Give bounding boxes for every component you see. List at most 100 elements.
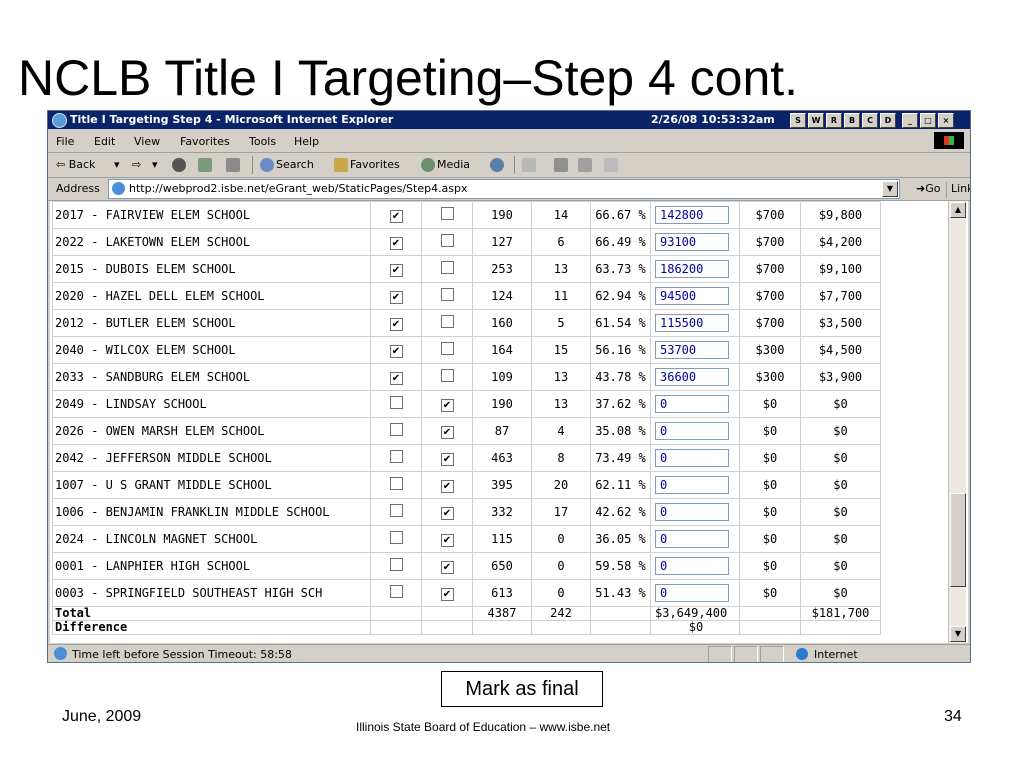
refresh-icon[interactable] — [198, 158, 214, 172]
maximize-button[interactable]: □ — [920, 113, 936, 128]
selection-checkbox[interactable]: ✔ — [440, 398, 454, 412]
print-icon[interactable] — [554, 158, 570, 172]
amount-input[interactable]: 0 — [655, 584, 729, 602]
close-button[interactable]: × — [938, 113, 954, 128]
stop-icon[interactable] — [172, 158, 188, 172]
selection-checkbox[interactable] — [389, 396, 403, 409]
amount-cell: 142800 — [650, 201, 740, 229]
selection-checkbox[interactable] — [389, 423, 403, 436]
count-cell: 127 — [472, 228, 532, 256]
scroll-down-icon[interactable]: ▼ — [950, 626, 966, 642]
back-dropdown-icon[interactable]: ▾ — [114, 158, 120, 171]
address-dropdown-icon[interactable]: ▼ — [882, 181, 898, 197]
selection-checkbox[interactable]: ✔ — [440, 452, 454, 466]
selection-checkbox[interactable]: ✔ — [440, 533, 454, 547]
selection-checkbox[interactable] — [389, 531, 403, 544]
selection-checkbox[interactable] — [389, 504, 403, 517]
selection-checkbox[interactable]: ✔ — [440, 425, 454, 439]
links-button[interactable]: Links» — [946, 182, 970, 198]
selection-checkbox[interactable]: ✔ — [389, 371, 403, 385]
amount-input[interactable]: 0 — [655, 503, 729, 521]
selection-checkbox[interactable]: ✔ — [440, 506, 454, 520]
amount-input[interactable]: 0 — [655, 422, 729, 440]
minimize-button[interactable]: _ — [902, 113, 918, 128]
mark-as-final-button[interactable]: Mark as final — [441, 671, 603, 707]
title-letter-b[interactable]: B — [844, 113, 860, 128]
title-letter-r[interactable]: R — [826, 113, 842, 128]
selection-checkbox[interactable] — [389, 450, 403, 463]
forward-dropdown-icon[interactable]: ▾ — [152, 158, 158, 171]
difference-label: Difference — [52, 620, 371, 635]
rate-cell: $700 — [739, 282, 801, 310]
menu-file[interactable]: File — [56, 135, 74, 148]
history-icon[interactable] — [490, 158, 506, 172]
address-url[interactable]: http://webprod2.isbe.net/eGrant_web/Stat… — [129, 182, 468, 195]
selection-checkbox[interactable]: ✔ — [389, 344, 403, 358]
amount-input[interactable]: 0 — [655, 449, 729, 467]
selection-checkbox[interactable] — [440, 261, 454, 274]
go-button[interactable]: ➜Go — [916, 182, 940, 195]
amount-input[interactable]: 94500 — [655, 287, 729, 305]
amount-input[interactable]: 115500 — [655, 314, 729, 332]
amount-cell: 115500 — [650, 309, 740, 337]
amount-input[interactable]: 93100 — [655, 233, 729, 251]
selection-checkbox[interactable]: ✔ — [389, 236, 403, 250]
menu-favorites[interactable]: Favorites — [180, 135, 230, 148]
address-input[interactable]: http://webprod2.isbe.net/eGrant_web/Stat… — [108, 179, 900, 199]
selection-checkbox[interactable]: ✔ — [440, 560, 454, 574]
scroll-thumb[interactable] — [950, 493, 966, 587]
scroll-up-icon[interactable]: ▲ — [950, 202, 966, 218]
count-cell: 650 — [472, 552, 532, 580]
amount-input[interactable]: 186200 — [655, 260, 729, 278]
selection-checkbox[interactable] — [389, 477, 403, 490]
home-icon[interactable] — [226, 158, 242, 172]
checkbox-cell — [421, 255, 473, 283]
back-button[interactable]: ⇦ Back — [56, 158, 95, 171]
mail-icon[interactable] — [522, 158, 538, 172]
selection-checkbox[interactable]: ✔ — [389, 290, 403, 304]
window-titlebar[interactable]: Title I Targeting Step 4 - Microsoft Int… — [48, 111, 970, 129]
amount-input[interactable]: 0 — [655, 530, 729, 548]
selection-checkbox[interactable] — [440, 288, 454, 301]
selection-checkbox[interactable]: ✔ — [389, 317, 403, 331]
selection-checkbox[interactable] — [440, 369, 454, 382]
menu-tools[interactable]: Tools — [249, 135, 276, 148]
search-button[interactable]: Search — [260, 158, 314, 172]
selection-checkbox[interactable]: ✔ — [389, 263, 403, 277]
selection-checkbox[interactable]: ✔ — [440, 479, 454, 493]
menu-view[interactable]: View — [134, 135, 160, 148]
title-letter-c[interactable]: C — [862, 113, 878, 128]
favorites-icon — [334, 158, 348, 172]
menu-help[interactable]: Help — [294, 135, 319, 148]
title-letter-d[interactable]: D — [880, 113, 896, 128]
discuss-icon[interactable] — [604, 158, 620, 172]
menu-edit[interactable]: Edit — [94, 135, 115, 148]
title-letter-w[interactable]: W — [808, 113, 824, 128]
amount-input[interactable]: 0 — [655, 476, 729, 494]
amount-input[interactable]: 36600 — [655, 368, 729, 386]
selection-checkbox[interactable] — [389, 585, 403, 598]
edit-icon[interactable] — [578, 158, 594, 172]
search-icon — [260, 158, 274, 172]
selection-checkbox[interactable] — [440, 315, 454, 328]
amount-input[interactable]: 53700 — [655, 341, 729, 359]
forward-button[interactable]: ⇨ — [132, 158, 141, 171]
percent-cell: 62.11 % — [590, 471, 651, 499]
checkbox-cell — [370, 444, 422, 472]
allocation-cell: $0 — [800, 417, 881, 445]
amount-input[interactable]: 0 — [655, 395, 729, 413]
count-cell: 20 — [531, 471, 591, 499]
selection-checkbox[interactable] — [440, 207, 454, 220]
title-letter-s[interactable]: S — [790, 113, 806, 128]
selection-checkbox[interactable] — [440, 342, 454, 355]
selection-checkbox[interactable] — [440, 234, 454, 247]
amount-input[interactable]: 0 — [655, 557, 729, 575]
media-button[interactable]: Media — [421, 158, 470, 172]
vertical-scrollbar[interactable]: ▲ ▼ — [948, 201, 966, 643]
selection-checkbox[interactable]: ✔ — [389, 209, 403, 223]
favorites-button[interactable]: Favorites — [334, 158, 400, 172]
amount-input[interactable]: 142800 — [655, 206, 729, 224]
selection-checkbox[interactable]: ✔ — [440, 587, 454, 601]
selection-checkbox[interactable] — [389, 558, 403, 571]
search-label: Search — [276, 158, 314, 171]
